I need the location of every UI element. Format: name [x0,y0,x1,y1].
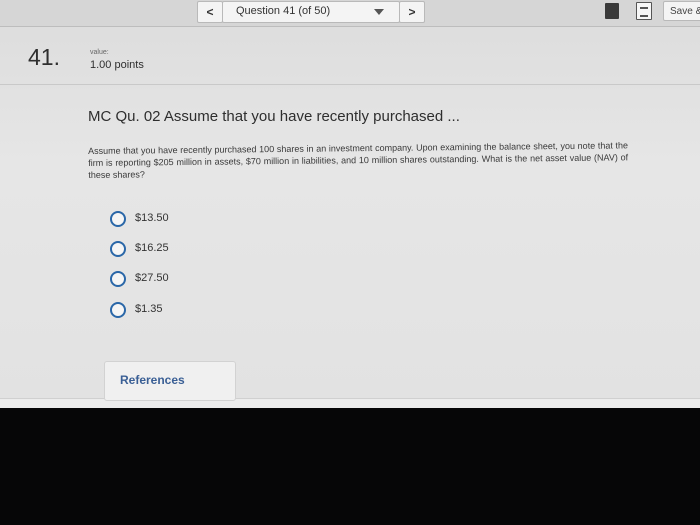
question-selector-label: Question 41 (of 50) [236,5,331,17]
question-points: 1.00 points [90,59,144,71]
value-label: value: [90,49,109,56]
header-divider [0,84,700,85]
question-number: 41. [28,44,60,70]
radio-icon[interactable] [110,211,126,227]
question-selector[interactable]: Question 41 (of 50) [222,1,400,23]
radio-icon[interactable] [110,302,126,318]
answer-option-label: $13.50 [135,212,169,224]
book-icon[interactable] [605,3,619,19]
chevron-down-icon [374,9,384,15]
answer-option-label: $1.35 [135,303,163,315]
answer-option-label: $27.50 [135,272,169,284]
monitor-bezel [0,408,700,525]
references-button[interactable]: References [104,361,236,401]
radio-icon[interactable] [110,241,126,257]
references-label: References [120,373,185,387]
question-body: Assume that you have recently purchased … [88,140,629,180]
radio-icon[interactable] [110,271,126,287]
save-exit-button[interactable]: Save & [663,1,700,21]
previous-question-button[interactable]: < [197,1,223,23]
question-toolbar: < Question 41 (of 50) > Save & [0,0,700,27]
question-title: MC Qu. 02 Assume that you have recently … [88,108,460,125]
next-question-button[interactable]: > [399,1,425,23]
answer-option-label: $16.25 [135,242,169,254]
calculator-icon[interactable] [636,2,652,20]
quiz-screen: < Question 41 (of 50) > Save & 41. value… [0,0,700,412]
